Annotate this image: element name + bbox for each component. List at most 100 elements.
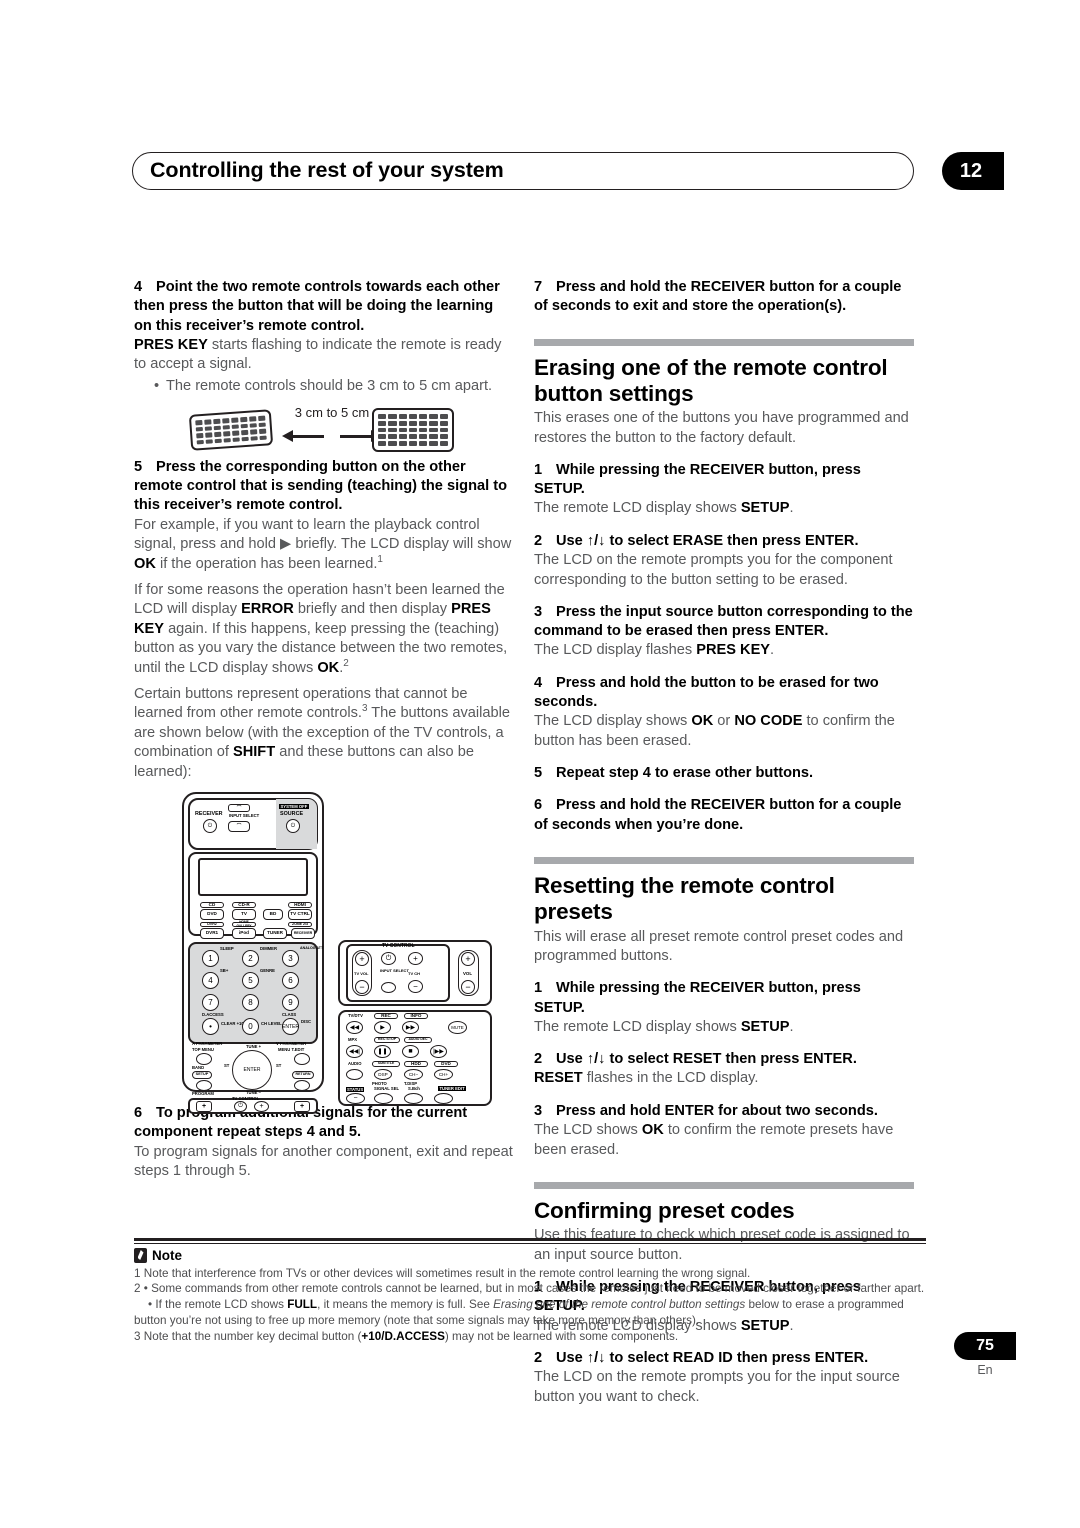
menu-button[interactable] <box>294 1053 310 1065</box>
rewind-button[interactable]: ◀◀ <box>346 1021 363 1034</box>
status-button[interactable]: − <box>346 1093 365 1104</box>
tune-down-label: TUNE − <box>246 1090 262 1095</box>
tv-ch-plus-button[interactable]: + <box>408 952 423 965</box>
vol-minus-button[interactable]: − <box>461 980 475 994</box>
enter-small-button[interactable]: ENTER <box>282 1018 299 1035</box>
rec-label-button[interactable]: REC <box>374 1013 398 1019</box>
r2ta: Use <box>556 1051 587 1068</box>
resetting-step-1-body: The remote LCD display shows SETUP. <box>534 1018 914 1037</box>
pause-button[interactable]: ❚❚ <box>374 1045 391 1058</box>
key-dot-button[interactable]: • <box>202 1018 219 1035</box>
key-0-button[interactable]: 0 <box>242 1018 259 1035</box>
setup-button[interactable]: SETUP <box>192 1071 212 1079</box>
enter-nav-button[interactable]: ENTER <box>232 1050 272 1090</box>
e3a: The LCD display flashes <box>534 642 697 659</box>
step-6-body: To program signals for another component… <box>134 1143 513 1179</box>
note-3-number: 3 <box>134 1329 141 1343</box>
signal-sel-button[interactable] <box>374 1093 393 1104</box>
next-track-button[interactable]: |▶▶ <box>430 1045 447 1058</box>
section-intro-resetting: This will erase all preset remote contro… <box>534 928 904 964</box>
note-header: Note <box>134 1247 926 1263</box>
r2tb: to select RESET then press ENTER. <box>605 1051 857 1068</box>
genre-label: GENRE <box>260 968 275 973</box>
key-4-button[interactable]: 4 <box>202 972 219 989</box>
key-5-button[interactable]: 5 <box>242 972 259 989</box>
tuner-edit-button[interactable] <box>434 1093 453 1104</box>
step-4-title: Point the two remote controls towards ea… <box>134 279 500 334</box>
tv-power-detail-button[interactable]: ⏻ <box>381 952 396 965</box>
key-3-button[interactable]: 3 <box>282 950 299 967</box>
info-label-button[interactable]: INFO <box>404 1013 428 1019</box>
dsp-button[interactable]: DSP <box>374 1069 392 1080</box>
program-button[interactable] <box>196 1080 212 1091</box>
input-select-button[interactable]: ⌒ <box>228 821 250 832</box>
sbch-button[interactable] <box>404 1093 423 1104</box>
tv-vol-minus-button[interactable]: − <box>355 980 369 994</box>
receiver-power-button[interactable]: ⏻ <box>203 819 217 833</box>
fast-forward-button[interactable]: ▶▶ <box>402 1021 419 1034</box>
receiver-label: RECEIVER <box>195 811 223 817</box>
program-label: PROGRAM <box>192 1091 214 1096</box>
tv-vol-plus-button[interactable]: + <box>355 952 369 966</box>
bd-button[interactable]: BD <box>263 909 283 920</box>
audio-button[interactable] <box>346 1069 363 1080</box>
key-7-button[interactable]: 7 <box>202 994 219 1011</box>
confirming-step-2-heading: 2 Use ↑/↓ to select READ ID then press EN… <box>534 1349 914 1368</box>
previous-track-button[interactable]: ◀◀| <box>346 1045 363 1058</box>
ch-plus-button[interactable]: CH+ <box>434 1069 453 1080</box>
receiver-source-button[interactable]: RECEIVER <box>291 928 315 939</box>
ipod-button[interactable]: iPod <box>232 928 256 939</box>
mute-button[interactable]: MUTE <box>448 1021 467 1034</box>
erasing-step-6-heading: 6 Press and hold the RECEIVER button for … <box>534 796 914 835</box>
tv-ch-minus-button[interactable]: − <box>408 980 423 993</box>
dvr1-button[interactable]: DVR1 <box>200 928 224 939</box>
st-left-label: ST <box>224 1063 230 1068</box>
up-down-arrows-icon-1: ↑/↓ <box>586 532 606 549</box>
dvd-label: DVD <box>434 1061 458 1067</box>
key-9-button[interactable]: 9 <box>282 994 299 1011</box>
daccess-term: +10/D.ACCESS <box>361 1329 445 1343</box>
tuner-button[interactable]: TUNER <box>263 928 287 939</box>
resetting-step-2-heading: 2 Use ↑/↓ to select RESET then press ENTE… <box>534 1050 914 1069</box>
tv-power-button[interactable]: ⏻ <box>234 1101 247 1112</box>
key-8-button[interactable]: 8 <box>242 994 259 1011</box>
resetting-step-1-title: While pressing the RECEIVER button, pres… <box>534 980 861 1016</box>
step-4-bullets: The remote controls should be 3 cm to 5 … <box>134 377 514 397</box>
tv-button[interactable]: TV <box>232 909 256 920</box>
n3b: ) may not be learned with some component… <box>444 1329 679 1343</box>
r3a: The LCD shows <box>534 1122 642 1139</box>
return-button[interactable]: RETURN <box>292 1071 314 1079</box>
sleep-label: SLEEP <box>220 946 234 951</box>
dvd-button[interactable]: DVD <box>200 909 224 920</box>
erasing-step-5-number: 5 <box>534 765 543 782</box>
tv-vol-up-button[interactable]: + <box>196 1101 212 1112</box>
top-menu-button[interactable] <box>196 1053 212 1065</box>
return-circle-button[interactable] <box>294 1080 310 1091</box>
tv-ch-label: TV CH <box>408 971 420 976</box>
erasing-step-3-title: Press the input source button correspond… <box>534 603 913 640</box>
e4a: The LCD display shows <box>534 713 692 730</box>
v-parameter-label: V PARAMETER <box>276 1041 307 1046</box>
vol-up-button[interactable]: + <box>294 1101 310 1112</box>
input-select-top-button[interactable]: ⌒ <box>228 804 250 812</box>
e1a: The remote LCD display shows <box>534 500 741 517</box>
source-power-button[interactable]: ⏻ <box>286 819 300 833</box>
play-button[interactable]: ▶ <box>374 1021 391 1034</box>
step-4-bullet-1: The remote controls should be 3 cm to 5 … <box>154 377 514 397</box>
key-1-button[interactable]: 1 <box>202 950 219 967</box>
tvctrl-button[interactable]: TV CTRL <box>288 909 312 920</box>
note-block: Note 1 Note that interference from TVs o… <box>134 1238 926 1344</box>
step-5-title: Press the corresponding button on the ot… <box>134 458 507 514</box>
status-label: STATUS <box>346 1086 365 1093</box>
ch-minus-button[interactable]: CH− <box>404 1069 423 1080</box>
dimmer-label: DIMMER <box>260 946 277 951</box>
stop-button[interactable]: ■ <box>402 1045 419 1058</box>
section-rule-resetting <box>534 856 914 864</box>
tv-ch-up-button[interactable]: + <box>254 1101 269 1112</box>
vol-plus-button[interactable]: + <box>461 952 475 966</box>
pres-key-term-3: PRES KEY <box>696 642 771 659</box>
input-select-detail-button[interactable] <box>381 982 396 993</box>
key-6-button[interactable]: 6 <box>282 972 299 989</box>
ok-term-4: OK <box>641 1122 664 1139</box>
key-2-button[interactable]: 2 <box>242 950 259 967</box>
